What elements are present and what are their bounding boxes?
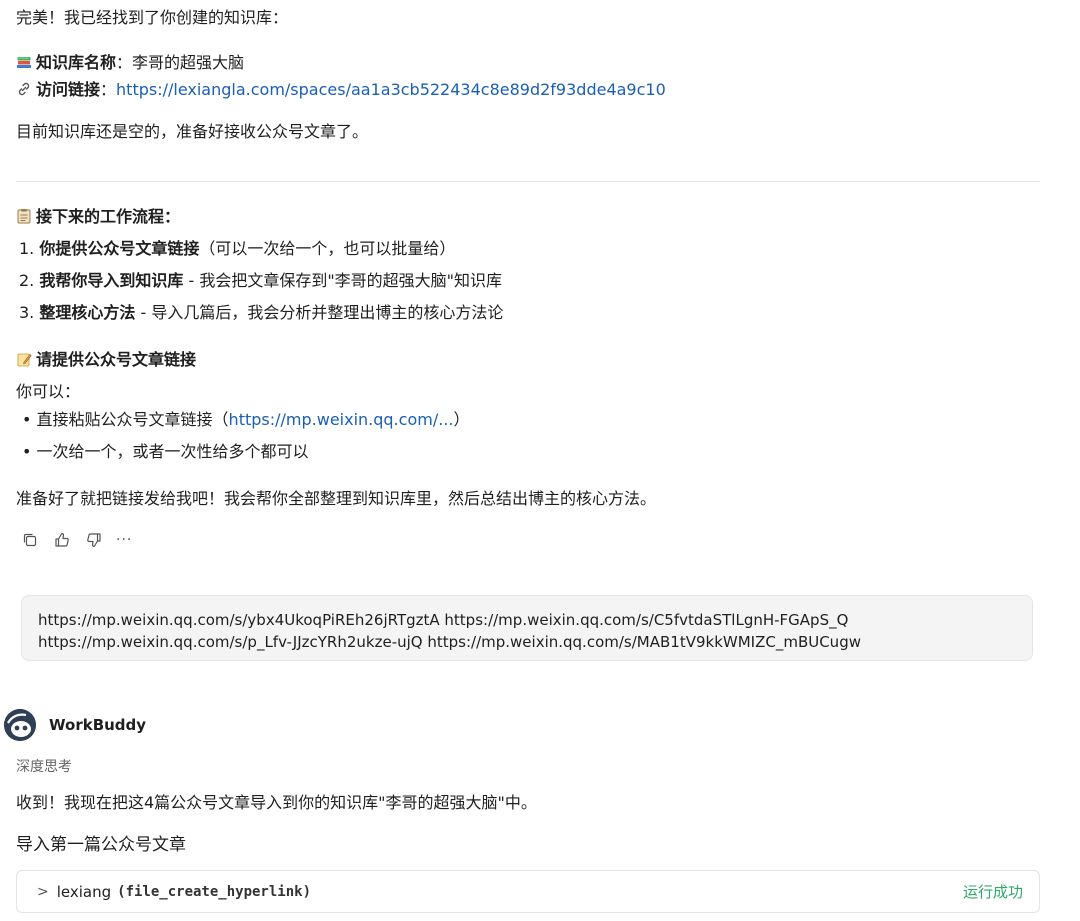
kb-name-label: 知识库名称 — [36, 53, 117, 72]
request-title: 请提供公众号文章链接 — [36, 350, 197, 369]
list-item: • 一次给一个，或者一次性给多个都可以 — [22, 442, 309, 461]
tool-call-row[interactable]: > lexiang (file_create_hyperlink) 运行成功 — [16, 870, 1040, 913]
tool-name: lexiang — [56, 882, 112, 901]
list-item: 3. 整理核心方法 - 导入几篇后，我会分析并整理出博主的核心方法论 — [19, 303, 504, 322]
thumbs-up-button[interactable] — [52, 530, 72, 550]
thumbs-up-icon — [55, 533, 69, 547]
closing-text: 准备好了就把链接发给我吧！我会帮你全部整理到知识库里，然后总结出博主的核心方法。 — [16, 489, 657, 508]
bullet-dot: • — [22, 410, 32, 429]
status-badge: 运行成功 — [962, 883, 1023, 901]
avatar — [4, 709, 36, 741]
kb-link-line: 访问链接：https://lexiangla.com/spaces/aa1a3c… — [16, 78, 666, 102]
kb-link-label: 访问链接 — [36, 80, 101, 99]
kb-name-line: 知识库名称：李哥的超强大脑 — [16, 51, 244, 75]
workflow-title: 接下来的工作流程： — [36, 207, 181, 226]
thumbs-down-button[interactable] — [84, 530, 104, 550]
workbuddy-avatar-icon — [4, 709, 36, 741]
books-icon — [17, 57, 31, 68]
thumbs-down-icon — [87, 533, 101, 547]
more-icon: ··· — [116, 532, 133, 548]
user-message-line: https://mp.weixin.qq.com/s/p_Lfv-JJzcYRh… — [38, 633, 861, 651]
more-button[interactable]: ··· — [116, 530, 132, 550]
link-icon — [18, 82, 30, 96]
kb-name-value: 李哥的超强大脑 — [132, 53, 245, 72]
user-message-bubble: https://mp.weixin.qq.com/s/ybx4UkoqPiREh… — [21, 595, 1033, 661]
list-item: 1. 你提供公众号文章链接（可以一次给一个，也可以批量给） — [19, 239, 456, 258]
section-title: 导入第一篇公众号文章 — [16, 835, 186, 855]
memo-icon — [17, 353, 32, 367]
agent-name: WorkBuddy — [49, 716, 147, 734]
intro-text: 完美！我已经找到了你创建的知识库： — [16, 8, 289, 27]
tool-function: (file_create_hyperlink) — [117, 883, 312, 900]
bullet-dot: • — [22, 442, 32, 461]
chevron-right-icon: > — [37, 883, 49, 900]
message-actions: ··· — [20, 529, 132, 551]
agent-reply: 收到！我现在把这4篇公众号文章导入到你的知识库"李哥的超强大脑"中。 — [16, 793, 537, 812]
list-item: • 直接粘贴公众号文章链接（https://mp.weixin.qq.com/.… — [22, 410, 470, 429]
clipboard-icon — [17, 209, 31, 224]
list-item: 2. 我帮你导入到知识库 - 我会把文章保存到"李哥的超强大脑"知识库 — [19, 271, 503, 290]
kb-empty-note: 目前知识库还是空的，准备好接收公众号文章了。 — [16, 122, 369, 141]
agent-header: WorkBuddy — [4, 709, 146, 741]
copy-button[interactable] — [20, 530, 40, 550]
weixin-example-link[interactable]: https://mp.weixin.qq.com/... — [229, 410, 454, 429]
you-can-text: 你可以： — [16, 382, 81, 401]
divider — [16, 181, 1040, 182]
workflow-title-line: 接下来的工作流程： — [16, 205, 180, 229]
deep-thinking-label[interactable]: 深度思考 — [16, 756, 72, 776]
kb-link-url[interactable]: https://lexiangla.com/spaces/aa1a3cb5224… — [116, 80, 666, 99]
copy-icon — [23, 533, 37, 547]
request-title-line: 请提供公众号文章链接 — [16, 348, 196, 372]
user-message-line: https://mp.weixin.qq.com/s/ybx4UkoqPiREh… — [38, 611, 849, 629]
